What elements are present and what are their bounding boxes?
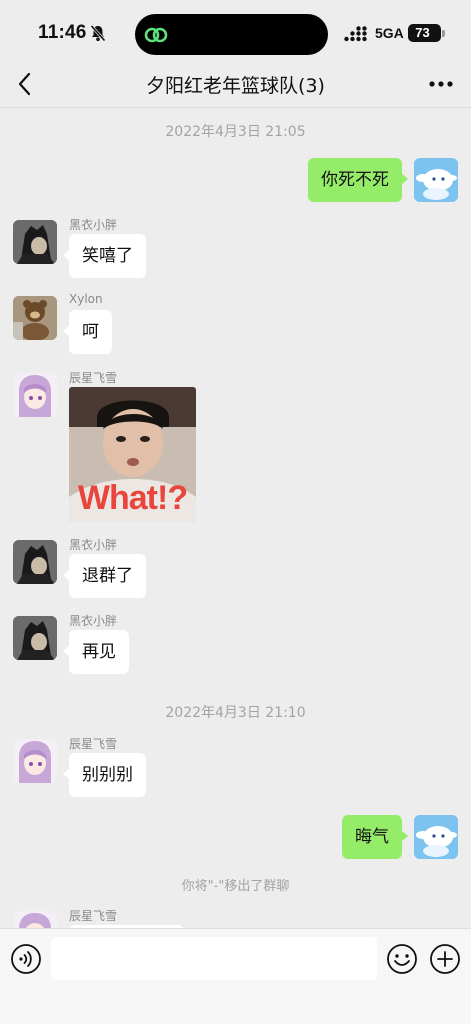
sender-name: 辰星飞雪 [69,737,118,751]
avatar-chenxingfeixue[interactable] [13,739,57,783]
voice-icon[interactable] [10,943,42,975]
avatar-image [13,296,57,340]
status-time: 11:46 [38,22,87,43]
sticker-image[interactable]: What!? [69,387,196,522]
avatar-image [13,739,57,783]
message-input[interactable] [51,937,377,980]
avatar-heiyixiaopang[interactable] [13,616,57,660]
timestamp: 2022年4月3日 21:10 [165,705,306,721]
message-bubble[interactable]: 退群了 [63,554,146,598]
battery-icon: 73 [408,24,441,42]
system-notice: 你将"-"移出了群聊 [181,879,290,894]
message-bubble[interactable]: 晦气 [342,815,408,859]
sender-name: 黑衣小胖 [69,538,118,552]
bell-muted-icon [90,24,106,42]
avatar-self[interactable] [414,815,458,859]
sender-name: 辰星飞雪 [69,909,118,923]
message-bubble[interactable]: 再见 [63,630,129,674]
message-bubble[interactable]: 笑嘻了 [63,234,146,278]
battery-cap [442,30,445,37]
avatar-image [13,616,57,660]
signal-icon [344,26,367,42]
message-bubble[interactable]: 呵 [63,310,112,354]
avatar-image [414,158,458,202]
chevron-left-icon[interactable] [14,71,36,97]
avatar-image [13,373,57,417]
avatar-xylon[interactable] [13,296,57,340]
chat-title[interactable]: 夕阳红老年篮球队(3) [60,71,411,98]
sender-name: Xylon [69,292,103,306]
battery-level: 73 [415,25,430,40]
avatar-heiyixiaopang[interactable] [13,540,57,584]
message-bubble[interactable]: 别别别 [63,753,146,797]
input-bar [0,928,471,1024]
avatar-self[interactable] [414,158,458,202]
sender-name: 黑衣小胖 [69,218,118,232]
message-bubble[interactable]: 你死不死 [308,158,408,202]
network-type: 5GA [375,25,404,41]
status-bar: 11:46 5GA 73 [0,0,471,66]
sender-name: 辰星飞雪 [69,371,118,385]
sender-name: 黑衣小胖 [69,614,118,628]
chat-header: 夕阳红老年篮球队(3) [0,62,471,108]
message-list[interactable]: 2022年4月3日 21:05 你死不死 黑衣小胖 笑嘻了 Xylon 呵 辰星… [0,108,471,928]
plus-icon[interactable] [429,943,461,975]
emoji-icon[interactable] [386,943,418,975]
more-dots-icon[interactable] [426,76,456,92]
sticker-caption: What!? [77,479,188,517]
avatar-chenxingfeixue[interactable] [13,911,57,928]
avatar-image [13,540,57,584]
avatar-heiyixiaopang[interactable] [13,220,57,264]
dynamic-island [135,14,328,55]
timestamp: 2022年4月3日 21:05 [165,124,306,140]
avatar-image [13,220,57,264]
avatar-chenxingfeixue[interactable] [13,373,57,417]
link-icon [144,27,168,43]
avatar-image [13,911,57,928]
avatar-image [414,815,458,859]
